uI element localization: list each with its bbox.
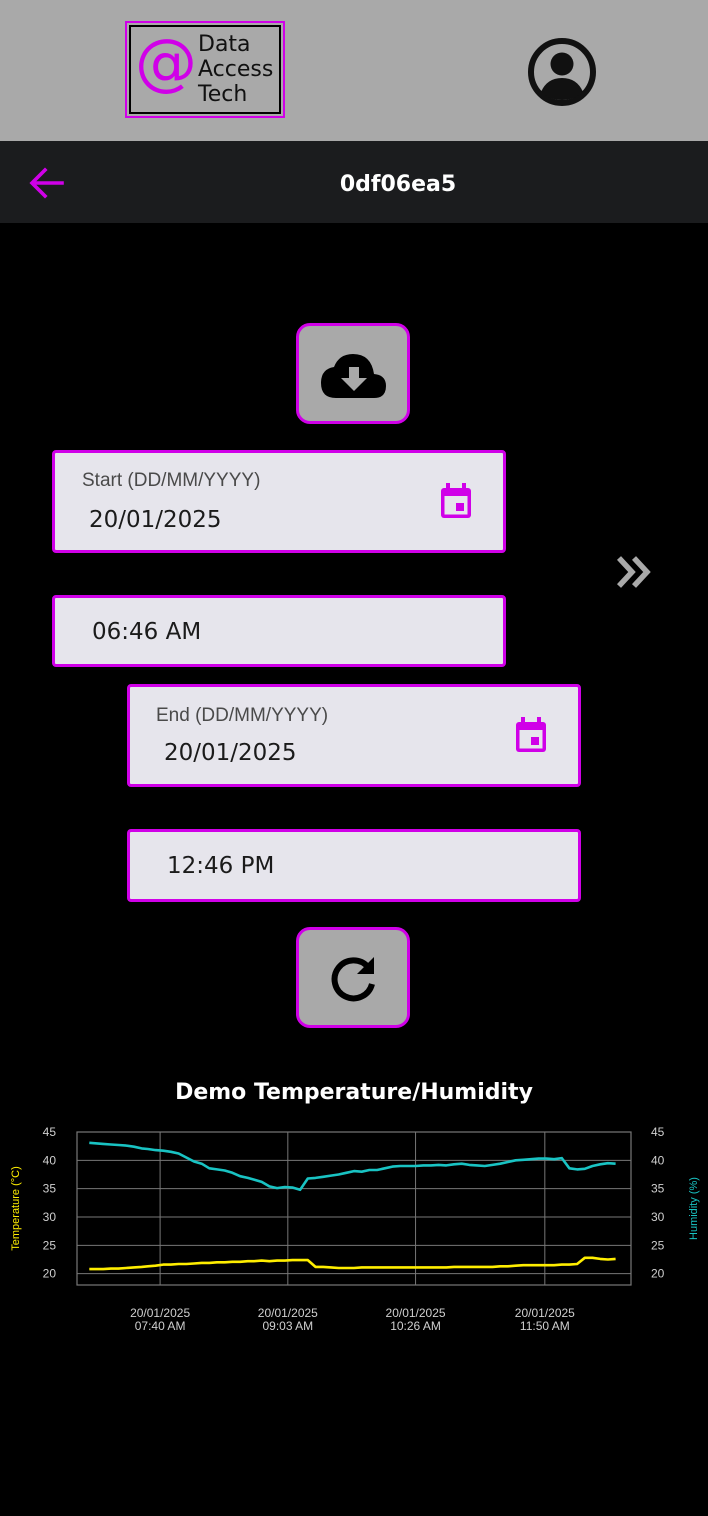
start-date-field[interactable]: Start (DD/MM/YYYY) 20/01/2025 [52, 450, 506, 553]
logo-at-symbol: @ [135, 25, 197, 98]
end-date-field[interactable]: End (DD/MM/YYYY) 20/01/2025 [127, 684, 581, 787]
x-tick-label-time: 09:03 AM [262, 1319, 313, 1333]
start-date-value[interactable]: 20/01/2025 [89, 507, 222, 533]
y-tick-label-right: 20 [651, 1267, 665, 1281]
calendar-icon[interactable] [514, 716, 548, 754]
y-axis-label-left: Temperature (°C) [10, 1166, 22, 1250]
humidity-series-line [89, 1141, 616, 1192]
y-tick-label-left: 20 [43, 1267, 57, 1281]
x-tick-label-time: 10:26 AM [390, 1319, 441, 1333]
chart-title: Demo Temperature/Humidity [175, 1080, 533, 1105]
x-tick-label-time: 07:40 AM [135, 1319, 186, 1333]
y-axis-label-right: Humidity (%) [688, 1177, 700, 1240]
end-time-value[interactable]: 12:46 PM [167, 853, 274, 879]
account-circle-icon[interactable] [527, 37, 597, 107]
end-time-field[interactable]: 12:46 PM [127, 829, 581, 902]
y-tick-label-right: 30 [651, 1210, 665, 1224]
end-date-label: End (DD/MM/YYYY) [156, 705, 329, 726]
temperature-series-line [89, 1256, 616, 1271]
y-tick-label-left: 25 [43, 1238, 57, 1252]
device-id-title: 0df06ea5 [339, 172, 457, 197]
y-tick-label-left: 40 [43, 1153, 57, 1167]
x-tick-label-date: 20/01/2025 [258, 1306, 318, 1320]
end-date-value[interactable]: 20/01/2025 [164, 740, 297, 766]
x-tick-label-date: 20/01/2025 [386, 1306, 446, 1320]
start-date-label: Start (DD/MM/YYYY) [82, 470, 261, 491]
y-tick-label-left: 35 [43, 1182, 57, 1196]
y-tick-label-right: 40 [651, 1153, 665, 1167]
calendar-icon[interactable] [439, 482, 473, 520]
y-tick-label-right: 45 [651, 1125, 665, 1139]
y-tick-label-right: 35 [651, 1182, 665, 1196]
company-logo[interactable]: @ Data Access Tech [125, 21, 285, 118]
cloud-download-icon [321, 354, 386, 398]
download-button[interactable] [296, 323, 410, 424]
refresh-icon [331, 957, 375, 1002]
y-tick-label-right: 25 [651, 1238, 665, 1252]
logo-line-2: Access [198, 57, 274, 82]
logo-wordmark: Data Access Tech [198, 32, 273, 107]
y-tick-label-left: 30 [43, 1210, 57, 1224]
x-tick-label-date: 20/01/2025 [130, 1306, 190, 1320]
temperature-humidity-chart: 20 2025 2530 3035 3540 4045 4520/01/202507:40 … [10, 1125, 700, 1333]
top-nav-bar: 0df06ea5 [0, 141, 708, 223]
x-tick-label-time: 11:50 AM [520, 1319, 570, 1333]
double-chevron-right-icon[interactable] [614, 553, 656, 591]
logo-line-1: Data [198, 32, 251, 57]
start-time-value[interactable]: 06:46 AM [92, 619, 201, 645]
x-tick-label-date: 20/01/2025 [515, 1306, 575, 1320]
y-tick-label-left: 45 [43, 1125, 57, 1139]
logo-line-3: Tech [198, 82, 248, 107]
app-header: @ Data Access Tech [0, 0, 708, 141]
start-time-field[interactable]: 06:46 AM [52, 595, 506, 667]
refresh-button[interactable] [296, 927, 410, 1028]
